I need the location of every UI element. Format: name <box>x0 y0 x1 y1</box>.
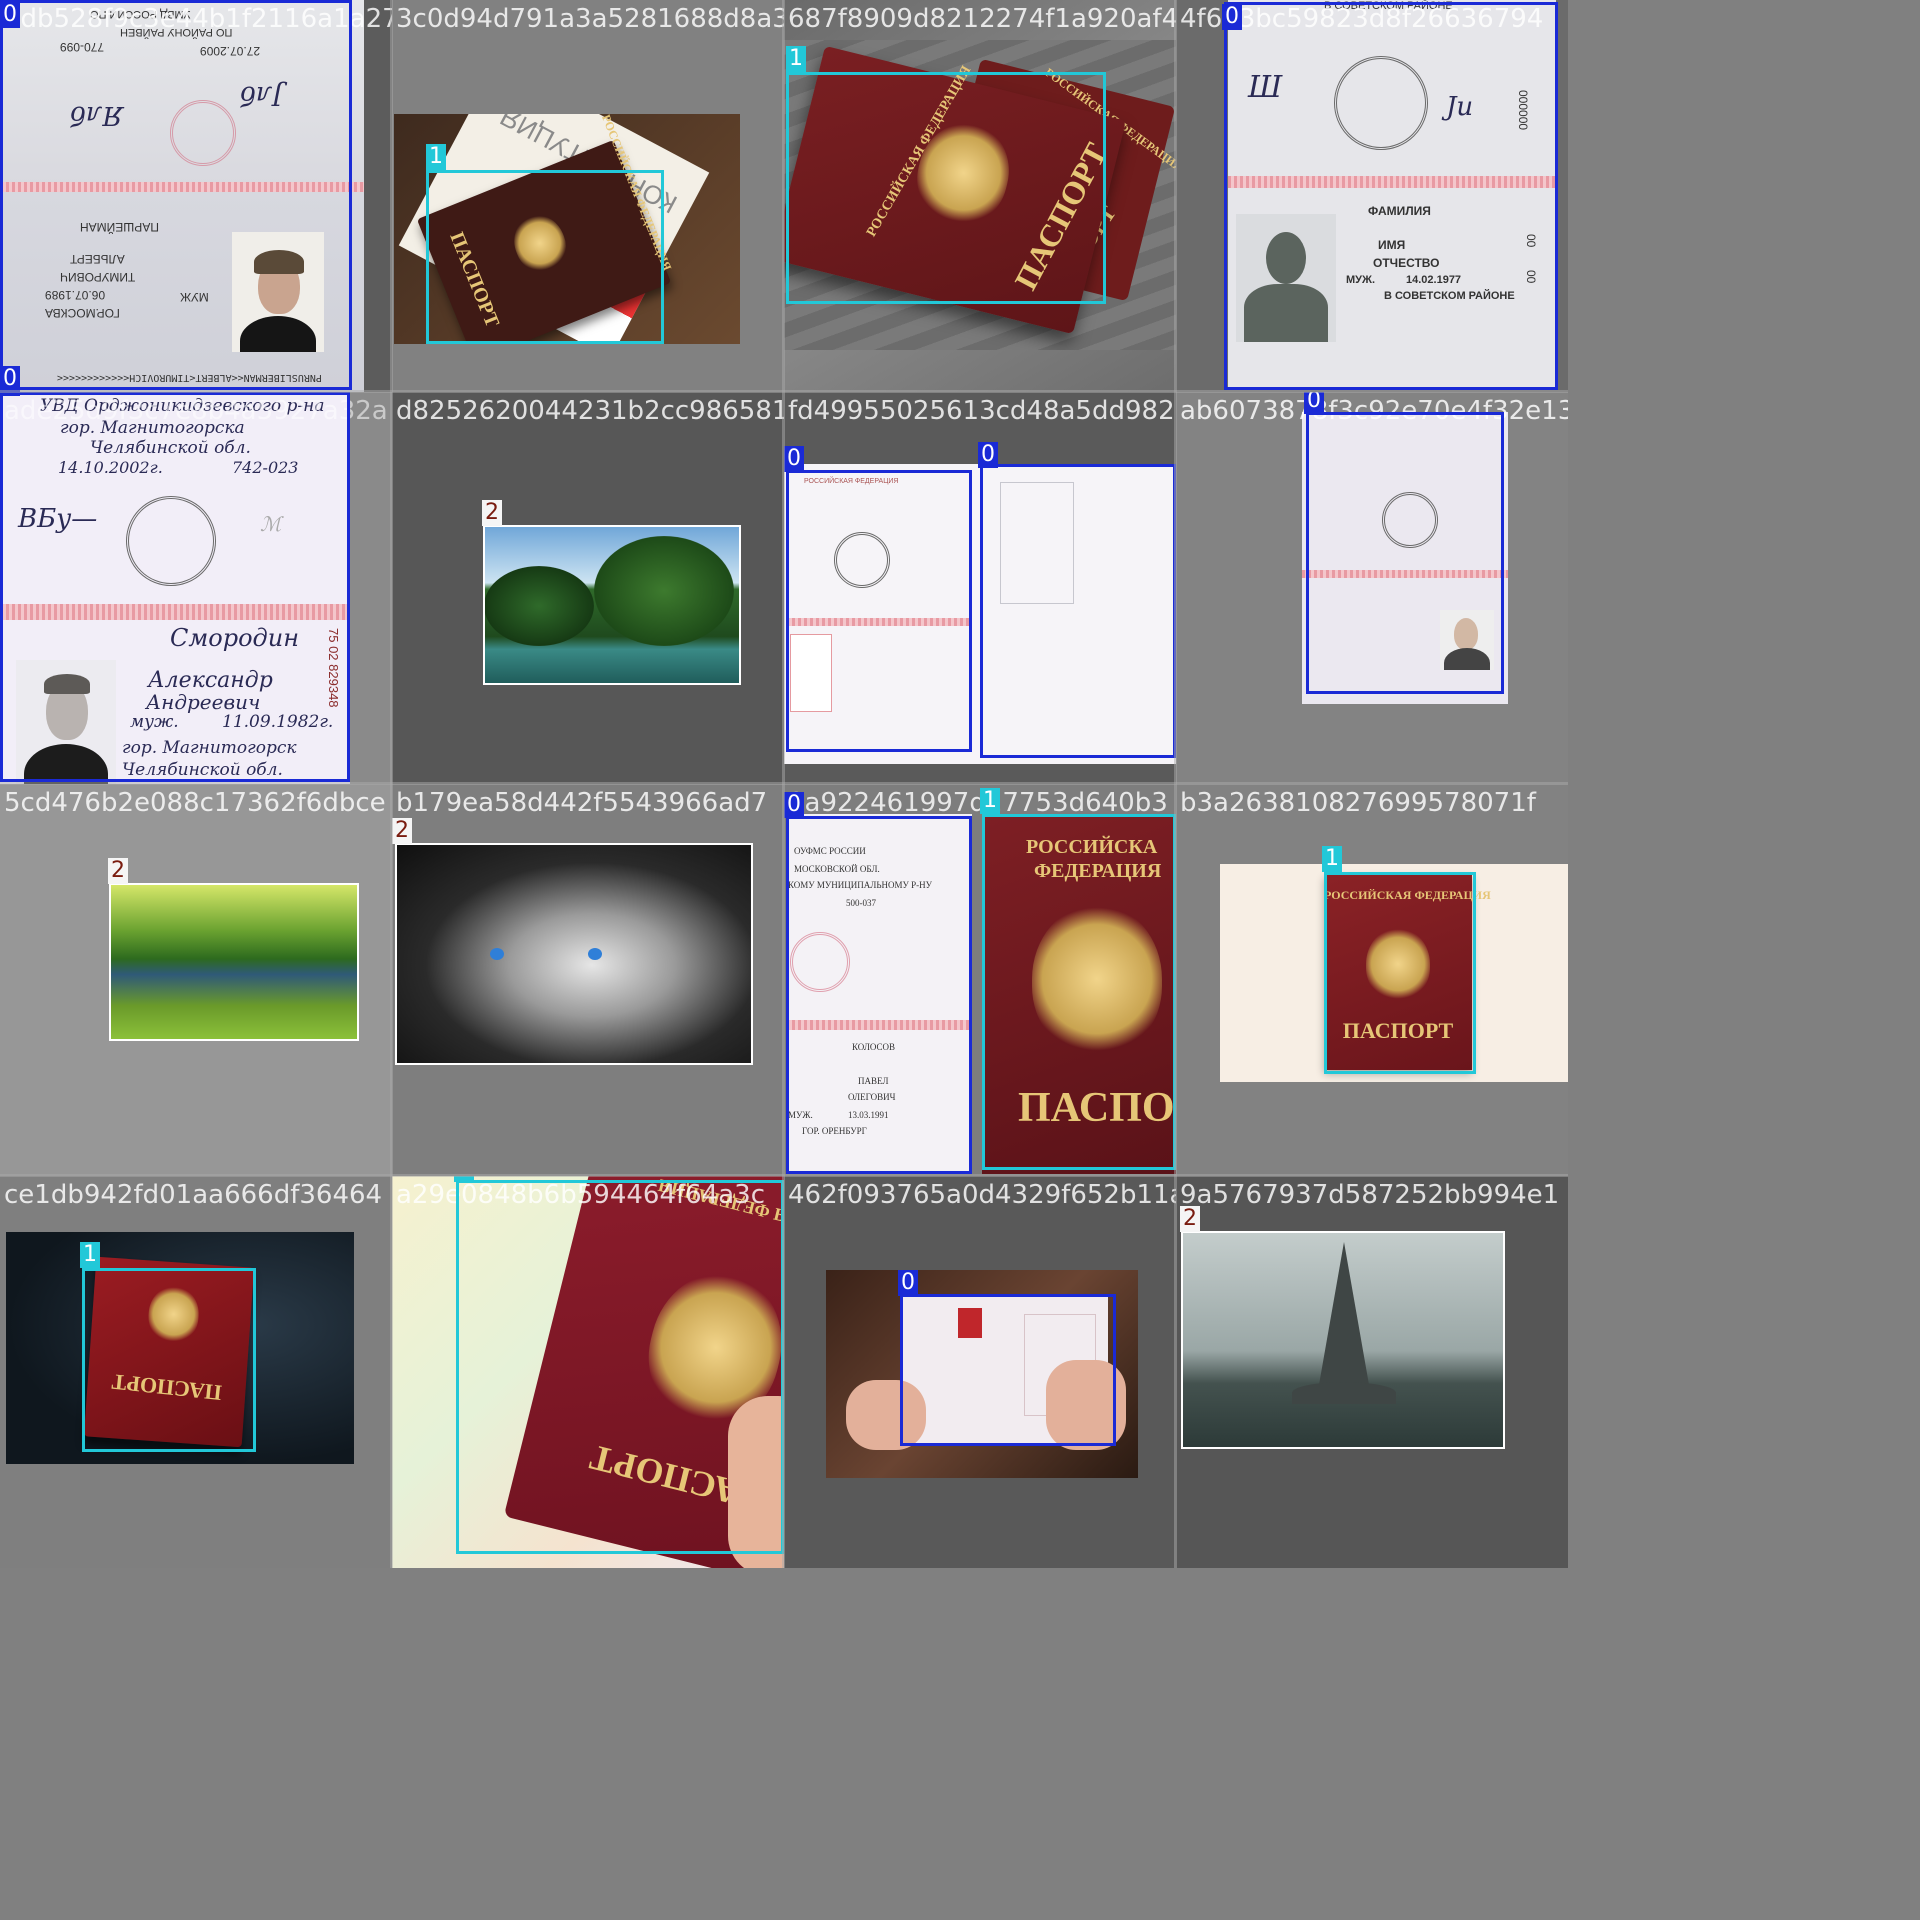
class-label-0: 0 <box>898 1270 918 1296</box>
grid-divider <box>0 782 1568 785</box>
detection-box-class-0 <box>1224 2 1558 390</box>
image-hash-label: 462f093765a0d4329f652b11a <box>788 1180 1176 1210</box>
mosaic-tile-7: РОССИЙСКАЯ ФЕДЕРАЦИЯ fd49955025613cd48a5… <box>784 392 1176 784</box>
class-label-0: 0 <box>978 442 998 468</box>
image-hash-label: 5cd476b2e088c17362f6dbce <box>4 788 386 818</box>
class-label-0: 0 <box>784 446 804 472</box>
class-label-2: 2 <box>482 500 502 526</box>
class-label-2: 2 <box>108 858 128 884</box>
class-label-1: 1 <box>786 46 806 72</box>
mosaic-tile-16: 9a5767937d587252bb994e1 2 <box>1176 1176 1568 1568</box>
detection-box-class-0 <box>980 464 1176 758</box>
detection-box-class-2 <box>395 843 753 1065</box>
grid-divider <box>0 1174 1568 1177</box>
class-label-1: 1 <box>80 1242 100 1268</box>
detection-box-class-1 <box>456 1180 784 1554</box>
class-label-0: 0 <box>1304 392 1324 414</box>
detection-box-class-2 <box>1181 1231 1505 1449</box>
detection-box-class-0 <box>1306 412 1504 694</box>
image-hash-label: 3c0d94d791a3a5281688d8a356 <box>396 4 784 34</box>
image-hash-label: d8252620044231b2cc986581 <box>396 396 784 426</box>
mosaic-tile-12: РОССИЙСКАЯ ФЕДЕРАЦИЯ ПАСПОРТ b3a26381082… <box>1176 784 1568 1176</box>
mosaic-tile-15: 462f093765a0d4329f652b11a 0 <box>784 1176 1176 1568</box>
grid-divider <box>0 390 1568 393</box>
mosaic-tile-2: КОНСТИТУЦИЯ РОССИЙСКАЯ ФЕДЕРАЦИЯ ПАСПОРТ… <box>392 0 784 392</box>
detection-box-class-1 <box>1324 872 1476 1074</box>
image-hash-label: 9a5767937d587252bb994e1 <box>1180 1180 1560 1210</box>
mosaic-tile-10: b179ea58d442f5543966ad7 2 <box>392 784 784 1176</box>
image-hash-label: ce1db942fd01aa666df36464 <box>4 1180 383 1210</box>
detection-box-class-1 <box>982 814 1176 1170</box>
mosaic-tile-1: Ялб Jлб УМВД РОССИИ ПО ПО РАЙОНУ РАЙВЕН … <box>0 0 392 392</box>
detection-box-class-2 <box>483 525 741 685</box>
class-label-0: 0 <box>784 792 804 818</box>
mosaic-tile-4: В СОВЕТСКОМ РАЙОНЕ Ш Ји ФАМИЛИЯ ИМЯ ОТЧЕ… <box>1176 0 1568 392</box>
detection-box-class-0 <box>900 1294 1116 1446</box>
detection-box-class-1 <box>786 72 1106 304</box>
mosaic-tile-5: УВД Орджоникидзевского р-на гор. Магнито… <box>0 392 392 784</box>
class-label-0: 0 <box>1222 4 1242 30</box>
image-hash-label: fd49955025613cd48a5dd982 <box>788 396 1175 426</box>
detection-box-class-2 <box>109 883 359 1041</box>
detection-box-class-0 <box>786 470 972 752</box>
class-label-1: 1 <box>426 144 446 170</box>
image-hash-label: b179ea58d442f5543966ad7 <box>396 788 768 818</box>
class-label-1: 1 <box>980 788 1000 814</box>
image-hash-label: 687f8909d8212274f1a920af4c <box>788 4 1176 34</box>
class-label-2: 2 <box>1180 1206 1200 1232</box>
mosaic-tile-6: d8252620044231b2cc986581 2 <box>392 392 784 784</box>
image-hash-label: b3a263810827699578071f <box>1180 788 1536 818</box>
mosaic-tile-3: РОССИЙСКАЯ ФЕДЕРАЦИЯ ПОРТ РОССИЙСКАЯ ФЕД… <box>784 0 1176 392</box>
mosaic-tile-11: ОУФМС РОССИИ МОСКОВСКОЙ ОБЛ. КОМУ МУНИЦИ… <box>784 784 1176 1176</box>
detection-box-class-0 <box>786 816 972 1174</box>
mosaic-tile-9: 5cd476b2e088c17362f6dbce 2 <box>0 784 392 1176</box>
class-label-0: 0 <box>0 366 20 392</box>
detection-box-class-1 <box>426 170 664 344</box>
class-label-0: 0 <box>0 2 20 28</box>
detection-box-class-0 <box>0 0 352 390</box>
mosaic-tile-14: ПАСПОРТ РОССИЙСКАЯ ФЕДЕРАЦИЯ a29e0848b6b… <box>392 1176 784 1568</box>
class-label-2: 2 <box>392 818 412 844</box>
mosaic-tile-13: ПАСПОРТ ce1db942fd01aa666df36464 1 <box>0 1176 392 1568</box>
detection-box-class-0 <box>0 392 350 782</box>
class-label-1: 1 <box>1322 846 1342 872</box>
mosaic-tile-8: ab6073878f3c92e70e4f32e13c8 0 <box>1176 392 1568 784</box>
detection-box-class-1 <box>82 1268 256 1452</box>
